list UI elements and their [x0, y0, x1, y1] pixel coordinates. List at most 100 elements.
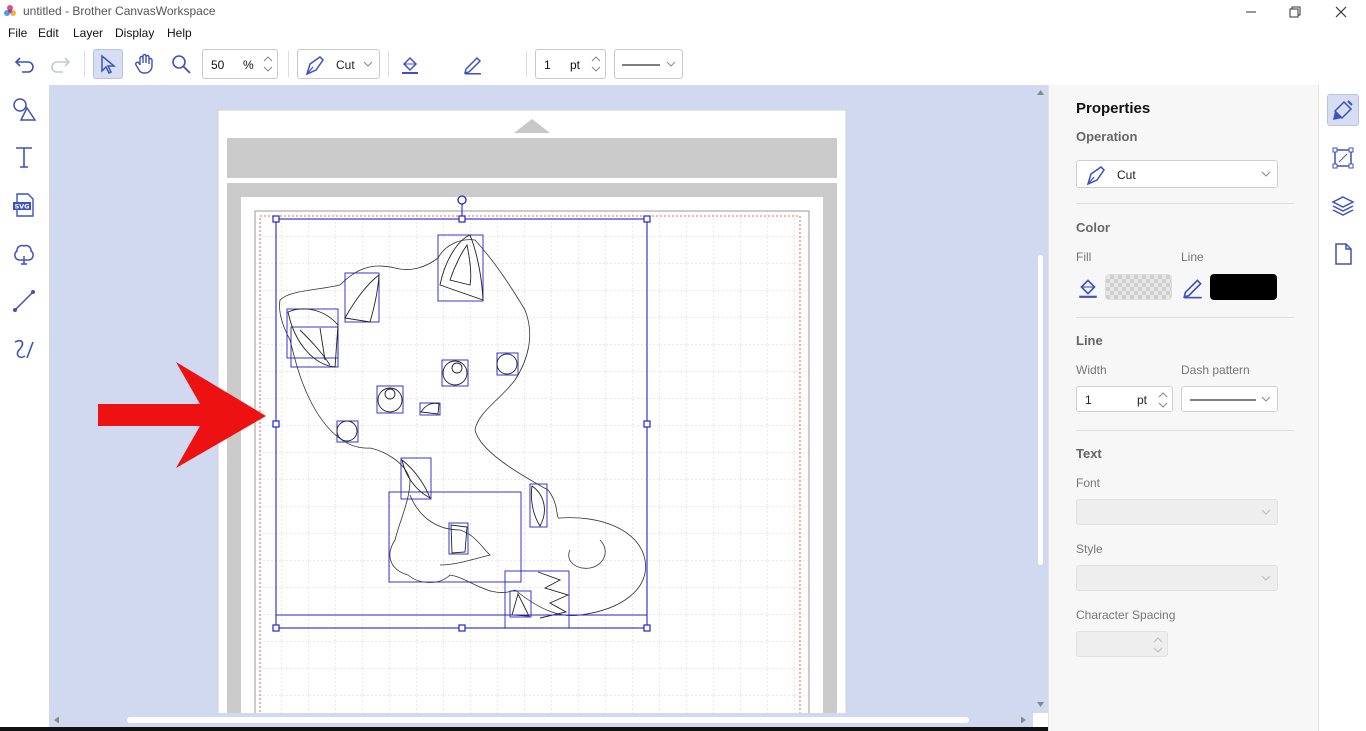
properties-brush-icon — [1333, 100, 1353, 120]
layers-icon — [1331, 196, 1355, 216]
operation-dropdown[interactable]: Cut — [297, 49, 380, 79]
transform-icon — [1332, 147, 1354, 169]
line-color-swatch-large[interactable] — [1210, 274, 1277, 300]
page-tab-button[interactable] — [1327, 238, 1359, 270]
restore-icon — [1289, 6, 1301, 17]
stepper-arrows-icon[interactable] — [261, 52, 275, 76]
cut-pen-icon — [1086, 166, 1105, 186]
scroll-thumb[interactable] — [1038, 255, 1043, 565]
font-select[interactable] — [1076, 499, 1278, 525]
mat-grid — [254, 210, 810, 713]
dash-pattern-dropdown[interactable] — [614, 49, 683, 79]
mat-header — [227, 138, 837, 178]
app-logo-icon — [4, 5, 16, 16]
undo-icon — [14, 57, 34, 73]
pointer-icon — [101, 54, 117, 74]
page-icon — [1335, 243, 1352, 265]
font-label: Font — [1076, 476, 1101, 490]
properties-tab-button[interactable] — [1327, 94, 1359, 126]
title-bar: untitled - Brother CanvasWorkspace — [0, 0, 1366, 23]
text-icon — [16, 147, 32, 168]
line-color-button[interactable] — [458, 49, 488, 79]
text-button[interactable] — [8, 141, 40, 173]
dash-pattern-label: Dash pattern — [1181, 363, 1250, 377]
shapes-button[interactable] — [8, 93, 40, 125]
right-sidebar — [1318, 85, 1366, 731]
dash-pattern-select[interactable] — [1181, 386, 1278, 412]
toolbar-separator — [288, 51, 289, 77]
pattern-icon — [14, 244, 34, 265]
svg-import-button[interactable]: SVG — [8, 189, 40, 221]
line-icon — [13, 290, 35, 312]
menu-file[interactable]: File — [8, 26, 27, 40]
hand-icon — [135, 53, 153, 74]
menu-display[interactable]: Display — [115, 26, 154, 40]
canvas-area[interactable] — [49, 85, 1033, 713]
minimize-button[interactable] — [1228, 0, 1274, 23]
style-select[interactable] — [1076, 565, 1278, 591]
fill-color-button[interactable] — [395, 49, 425, 79]
canvas-drawing — [98, 109, 847, 713]
magnifier-icon — [172, 55, 191, 74]
scrollbar-track — [1037, 90, 1044, 707]
line-color-button[interactable] — [1181, 275, 1205, 299]
close-button[interactable] — [1318, 0, 1364, 23]
menu-help[interactable]: Help — [167, 26, 192, 40]
scroll-down-icon[interactable] — [1037, 702, 1044, 707]
transform-tab-button[interactable] — [1327, 142, 1359, 174]
line-width-stepper[interactable]: 1 pt — [535, 49, 606, 79]
horizontal-scrollbar[interactable] — [49, 713, 1033, 727]
rotate-handle[interactable] — [457, 195, 467, 205]
window-title: untitled - Brother CanvasWorkspace — [23, 4, 216, 18]
line-width-unit: pt — [570, 58, 581, 72]
width-stepper[interactable]: 1 pt — [1076, 386, 1173, 412]
pencil-icon — [1183, 279, 1202, 299]
text-heading: Text — [1076, 446, 1102, 461]
stepper-arrows-icon[interactable] — [589, 52, 603, 76]
fill-label: Fill — [1076, 250, 1092, 264]
divider — [1076, 430, 1294, 431]
line-color-label: Line — [1181, 250, 1204, 264]
redo-button[interactable] — [45, 49, 75, 79]
zoom-tool-button[interactable] — [166, 49, 196, 79]
scroll-up-icon[interactable] — [1037, 90, 1044, 95]
operation-select[interactable]: Cut — [1076, 160, 1278, 188]
pan-tool-button[interactable] — [130, 49, 160, 79]
svg-text:SVG: SVG — [14, 203, 29, 211]
fill-button[interactable] — [1076, 275, 1100, 299]
toolbar-separator — [526, 51, 527, 77]
menu-edit[interactable]: Edit — [38, 26, 59, 40]
chevron-down-icon — [1261, 396, 1271, 402]
zoom-unit: % — [243, 58, 254, 72]
pattern-button[interactable] — [8, 237, 40, 269]
cut-pen-icon — [305, 56, 324, 76]
chevron-down-icon — [1261, 575, 1271, 581]
scroll-right-icon[interactable] — [1021, 716, 1026, 724]
redo-icon — [51, 57, 71, 73]
properties-panel: Properties Operation Cut Color Fill Line… — [1048, 85, 1318, 731]
style-label: Style — [1076, 542, 1103, 556]
menu-bar: File Edit Layer Display Help — [0, 23, 1366, 43]
close-icon — [1335, 6, 1347, 17]
width-value: 1 — [1085, 393, 1092, 407]
zoom-stepper[interactable]: 50 % — [202, 49, 278, 79]
layers-tab-button[interactable] — [1327, 190, 1359, 222]
restore-button[interactable] — [1272, 0, 1318, 23]
solid-line-icon — [1190, 399, 1256, 401]
stepper-arrows-icon[interactable] — [1156, 388, 1170, 412]
paint-bucket-icon — [1079, 279, 1097, 298]
scroll-thumb[interactable] — [127, 717, 969, 723]
chevron-down-icon — [666, 61, 676, 67]
operation-select-value: Cut — [1117, 168, 1136, 182]
undo-button[interactable] — [10, 49, 40, 79]
select-tool-button[interactable] — [93, 49, 123, 79]
line-tool-button[interactable] — [8, 285, 40, 317]
character-spacing-stepper[interactable] — [1076, 631, 1168, 657]
freehand-button[interactable] — [8, 333, 40, 365]
scroll-left-icon[interactable] — [54, 716, 59, 724]
vertical-scrollbar[interactable] — [1033, 85, 1048, 713]
menu-layer[interactable]: Layer — [73, 26, 103, 40]
left-toolbar: SVG — [0, 85, 49, 731]
operation-value: Cut — [336, 58, 355, 72]
fill-color-swatch[interactable] — [1105, 274, 1172, 300]
